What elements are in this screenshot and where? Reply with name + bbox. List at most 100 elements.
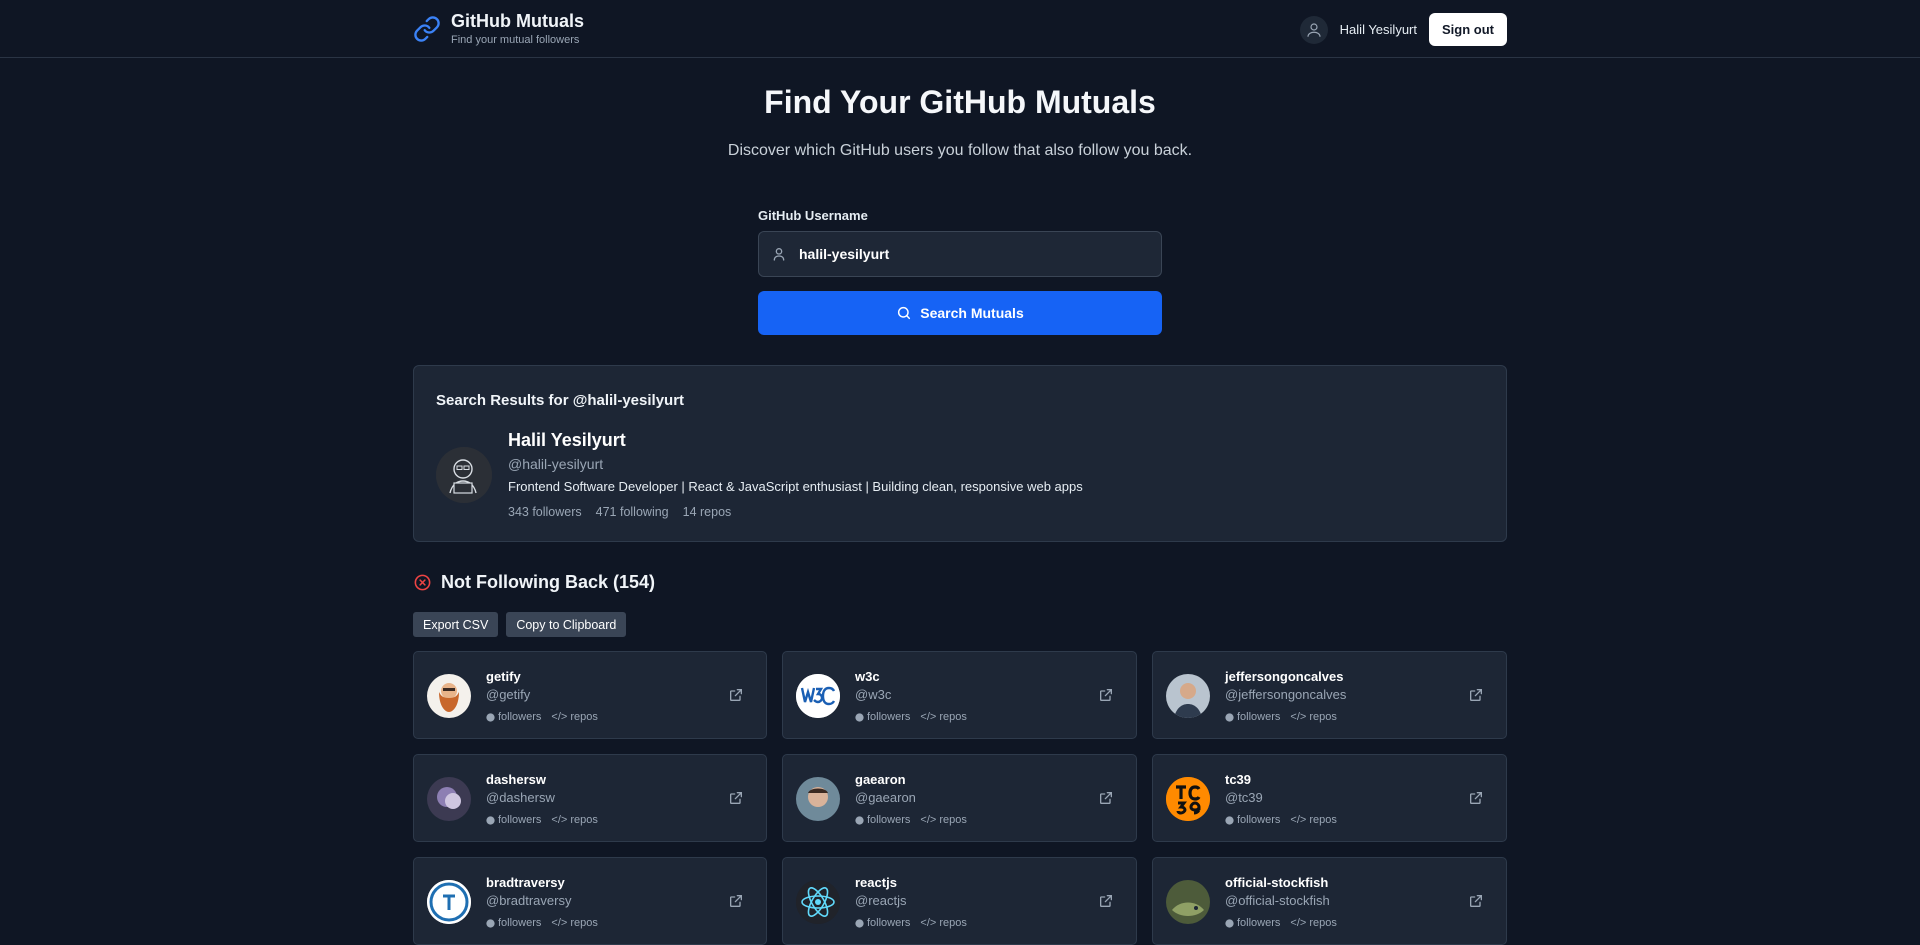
not-following-back-section-title: Not Following Back (154): [413, 572, 655, 593]
results-heading: Search Results for @halil-yesilyurt: [436, 392, 685, 409]
code-icon: </>: [920, 814, 937, 826]
brand[interactable]: GitHub Mutuals Find your mutual follower…: [413, 10, 584, 48]
user-avatar[interactable]: [796, 777, 840, 821]
user-handle: @reactjs: [855, 893, 907, 908]
user-card[interactable]: reactjs @reactjs followers </> repos: [782, 857, 1137, 945]
external-link-icon[interactable]: [1468, 687, 1484, 703]
profile-illustration-icon: [436, 447, 492, 503]
user-avatar[interactable]: [427, 777, 471, 821]
followers-icon: [486, 918, 495, 928]
user-name[interactable]: bradtraversy: [486, 875, 565, 890]
user-avatar[interactable]: [1166, 777, 1210, 821]
copy-to-clipboard-button[interactable]: Copy to Clipboard: [506, 612, 627, 637]
external-link-icon[interactable]: [1098, 790, 1114, 806]
followers-icon: [1225, 712, 1234, 722]
username-field[interactable]: [758, 231, 1162, 277]
search-results-card: Search Results for @halil-yesilyurt Hali…: [413, 365, 1507, 542]
avatar-image-icon: [796, 777, 840, 821]
user-card[interactable]: official-stockfish @official-stockfish f…: [1152, 857, 1507, 945]
avatar-image-icon: [427, 674, 471, 718]
user-handle: @getify: [486, 687, 531, 702]
user-name[interactable]: jeffersongoncalves: [1225, 669, 1344, 684]
followers-label: followers: [867, 711, 911, 723]
tc39-logo-icon: [1166, 777, 1210, 821]
link-icon: [414, 16, 440, 42]
profile-avatar[interactable]: [436, 447, 492, 503]
user-meta: followers </> repos: [1225, 711, 1337, 723]
user-grid: getify @getify followers </> repos w3c @w…: [413, 651, 1507, 945]
code-icon: </>: [1290, 814, 1307, 826]
user-card[interactable]: tc39 @tc39 followers </> repos: [1152, 754, 1507, 842]
followers-icon: [1225, 815, 1234, 825]
search-mutuals-button[interactable]: Search Mutuals: [758, 291, 1162, 335]
search-icon: [898, 306, 911, 320]
user-name: Halil Yesilyurt: [1339, 22, 1417, 37]
avatar-image-icon: [427, 880, 471, 924]
user-name[interactable]: official-stockfish: [1225, 875, 1328, 890]
followers-label: followers: [498, 917, 542, 929]
repos-label: repos: [939, 917, 967, 929]
user-card[interactable]: w3c @w3c followers </> repos: [782, 651, 1137, 739]
repos-label: repos: [939, 814, 967, 826]
external-link-icon[interactable]: [728, 687, 744, 703]
user-avatar[interactable]: [1166, 880, 1210, 924]
code-icon: </>: [920, 917, 937, 929]
user-name[interactable]: reactjs: [855, 875, 897, 890]
avatar-image-icon: [1166, 880, 1210, 924]
brand-subtitle: Find your mutual followers: [451, 34, 580, 46]
profile-stats: 343 followers 471 following 14 repos: [508, 505, 731, 519]
user-avatar[interactable]: [1166, 674, 1210, 718]
sign-out-button[interactable]: Sign out: [1429, 13, 1507, 46]
avatar[interactable]: [1299, 15, 1328, 44]
user-avatar[interactable]: [427, 880, 471, 924]
user-avatar[interactable]: [796, 880, 840, 924]
repos-label: repos: [570, 917, 598, 929]
user-card[interactable]: dashersw @dashersw followers </> repos: [413, 754, 767, 842]
code-icon: </>: [1290, 917, 1307, 929]
repos-label: repos: [1309, 711, 1337, 723]
external-link-icon[interactable]: [728, 790, 744, 806]
page-subtitle: Discover which GitHub users you follow t…: [727, 142, 1193, 159]
user-handle: @tc39: [1225, 790, 1263, 805]
user-card[interactable]: bradtraversy @bradtraversy followers </>…: [413, 857, 767, 945]
external-link-icon[interactable]: [1098, 893, 1114, 909]
user-name[interactable]: getify: [486, 669, 521, 684]
followers-count: 343 followers: [508, 505, 582, 519]
user-avatar[interactable]: [427, 674, 471, 718]
user-name[interactable]: w3c: [855, 669, 880, 684]
external-link-icon[interactable]: [1098, 687, 1114, 703]
w3c-logo-icon: [796, 674, 840, 718]
user-name[interactable]: dashersw: [486, 772, 546, 787]
repos-label: repos: [570, 711, 598, 723]
followers-label: followers: [498, 814, 542, 826]
profile-handle: @halil-yesilyurt: [508, 456, 604, 472]
avatar-image-icon: [1166, 674, 1210, 718]
user-card[interactable]: gaearon @gaearon followers </> repos: [782, 754, 1137, 842]
code-icon: </>: [920, 711, 937, 723]
profile-name: Halil Yesilyurt: [508, 430, 626, 450]
user-meta: followers </> repos: [1225, 814, 1337, 826]
following-count: 471 following: [595, 505, 669, 519]
user-handle: @bradtraversy: [486, 893, 572, 908]
profile-bio: Frontend Software Developer | React & Ja…: [508, 479, 1083, 494]
user-avatar[interactable]: [796, 674, 840, 718]
section-title-label: Not Following Back (154): [441, 572, 656, 592]
section-actions: Export CSV Copy to Clipboard: [413, 612, 627, 637]
external-link-icon[interactable]: [1468, 893, 1484, 909]
repos-label: repos: [939, 711, 967, 723]
user-card[interactable]: getify @getify followers </> repos: [413, 651, 767, 739]
user-meta: followers </> repos: [486, 917, 598, 929]
external-link-icon[interactable]: [728, 893, 744, 909]
user-name[interactable]: tc39: [1225, 772, 1251, 787]
user-avatar-icon: [1307, 22, 1321, 37]
user-handle: @dashersw: [486, 790, 555, 805]
avatar-image-icon: [427, 777, 471, 821]
followers-icon: [855, 918, 864, 928]
external-link-icon[interactable]: [1468, 790, 1484, 806]
user-name[interactable]: gaearon: [855, 772, 906, 787]
export-csv-button[interactable]: Export CSV: [413, 612, 499, 637]
user-card[interactable]: jeffersongoncalves @jeffersongoncalves f…: [1152, 651, 1507, 739]
username-input[interactable]: [797, 245, 1127, 263]
page-title: Find Your GitHub Mutuals: [764, 84, 1156, 120]
x-circle-icon: [414, 574, 431, 591]
